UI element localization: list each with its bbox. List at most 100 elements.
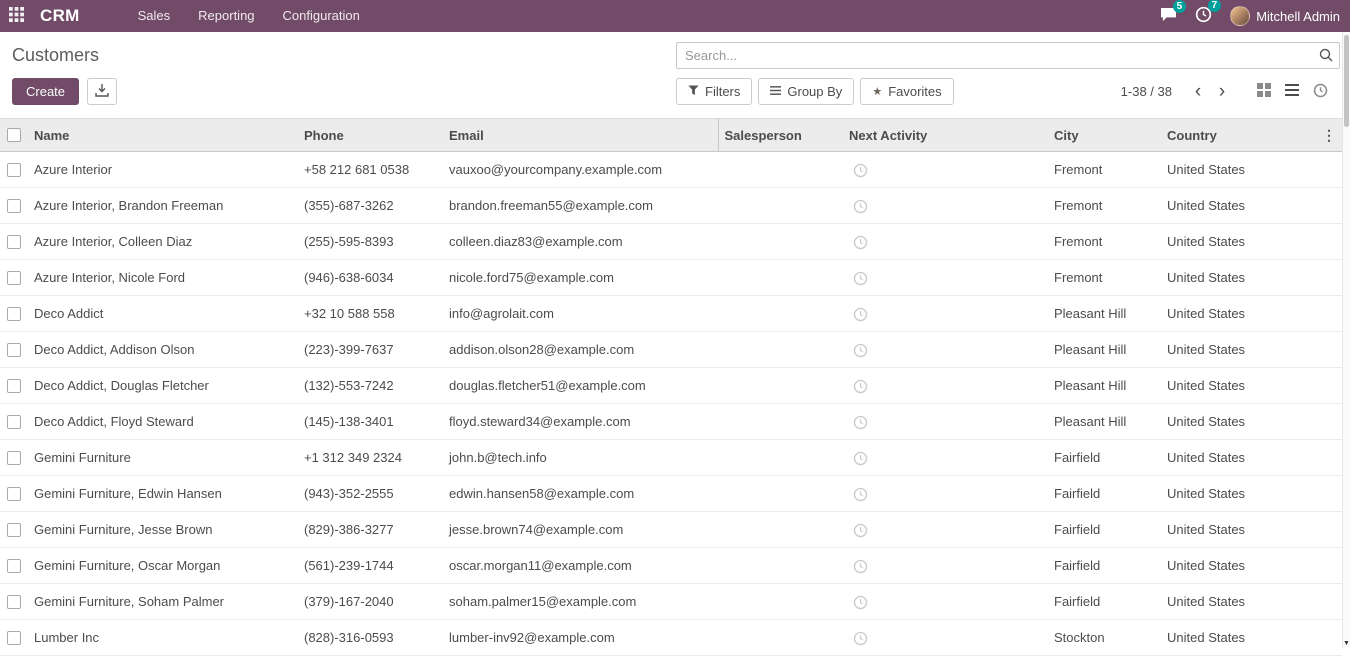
cell-name[interactable]: Lumber Inc [28,620,298,656]
cell-phone[interactable]: (829)-386-3277 [298,512,443,548]
cell-country[interactable]: United States [1161,512,1316,548]
table-row[interactable]: Deco Addict, Addison Olson (223)-399-763… [0,332,1342,368]
cell-name[interactable]: Gemini Furniture, Soham Palmer [28,584,298,620]
cell-next-activity[interactable] [843,296,1048,332]
search-input[interactable] [676,42,1340,69]
table-row[interactable]: Deco Addict +32 10 588 558 info@agrolait… [0,296,1342,332]
row-checkbox[interactable] [7,631,21,645]
cell-salesperson[interactable] [718,332,843,368]
cell-city[interactable]: Fairfield [1048,476,1161,512]
cell-salesperson[interactable] [718,584,843,620]
table-row[interactable]: Gemini Furniture +1 312 349 2324 john.b@… [0,440,1342,476]
cell-next-activity[interactable] [843,512,1048,548]
table-row[interactable]: Gemini Furniture, Jesse Brown (829)-386-… [0,512,1342,548]
cell-phone[interactable]: (145)-138-3401 [298,404,443,440]
cell-next-activity[interactable] [843,368,1048,404]
table-row[interactable]: Gemini Furniture, Oscar Morgan (561)-239… [0,548,1342,584]
cell-name[interactable]: Deco Addict, Addison Olson [28,332,298,368]
cell-next-activity[interactable] [843,548,1048,584]
cell-salesperson[interactable] [718,620,843,656]
cell-phone[interactable]: (132)-553-7242 [298,368,443,404]
cell-salesperson[interactable] [718,188,843,224]
row-checkbox[interactable] [7,343,21,357]
cell-salesperson[interactable] [718,224,843,260]
menu-configuration[interactable]: Configuration [269,0,374,32]
pager-next-button[interactable]: › [1210,78,1234,105]
cell-phone[interactable]: (943)-352-2555 [298,476,443,512]
row-checkbox[interactable] [7,199,21,213]
cell-country[interactable]: United States [1161,584,1316,620]
vertical-scrollbar[interactable]: ▼ [1342,32,1350,648]
cell-next-activity[interactable] [843,620,1048,656]
cell-email[interactable]: soham.palmer15@example.com [443,584,718,620]
cell-phone[interactable]: (946)-638-6034 [298,260,443,296]
cell-city[interactable]: Fremont [1048,152,1161,188]
column-header-city[interactable]: City [1048,119,1161,152]
create-button[interactable]: Create [12,78,79,105]
cell-name[interactable]: Azure Interior [28,152,298,188]
cell-city[interactable]: Pleasant Hill [1048,404,1161,440]
cell-next-activity[interactable] [843,260,1048,296]
cell-salesperson[interactable] [718,404,843,440]
cell-salesperson[interactable] [718,152,843,188]
cell-city[interactable]: Pleasant Hill [1048,332,1161,368]
cell-email[interactable]: lumber-inv92@example.com [443,620,718,656]
cell-phone[interactable]: +1 312 349 2324 [298,440,443,476]
cell-next-activity[interactable] [843,224,1048,260]
row-checkbox[interactable] [7,163,21,177]
cell-next-activity[interactable] [843,152,1048,188]
cell-next-activity[interactable] [843,440,1048,476]
group-by-button[interactable]: Group By [758,78,854,105]
table-row[interactable]: Azure Interior, Nicole Ford (946)-638-60… [0,260,1342,296]
favorites-button[interactable]: ★ Favorites [860,78,953,105]
export-button[interactable] [87,78,117,105]
cell-country[interactable]: United States [1161,548,1316,584]
cell-next-activity[interactable] [843,332,1048,368]
cell-country[interactable]: United States [1161,368,1316,404]
row-checkbox[interactable] [7,307,21,321]
row-checkbox[interactable] [7,487,21,501]
cell-country[interactable]: United States [1161,332,1316,368]
cell-city[interactable]: Fairfield [1048,440,1161,476]
cell-country[interactable]: United States [1161,404,1316,440]
cell-salesperson[interactable] [718,476,843,512]
menu-sales[interactable]: Sales [124,0,185,32]
column-header-next-activity[interactable]: Next Activity [843,119,1048,152]
column-header-name[interactable]: Name [28,119,298,152]
activities-button[interactable]: 7 [1195,6,1212,26]
cell-email[interactable]: nicole.ford75@example.com [443,260,718,296]
cell-salesperson[interactable] [718,368,843,404]
cell-name[interactable]: Azure Interior, Colleen Diaz [28,224,298,260]
cell-city[interactable]: Fremont [1048,188,1161,224]
table-row[interactable]: Gemini Furniture, Soham Palmer (379)-167… [0,584,1342,620]
row-checkbox[interactable] [7,523,21,537]
cell-email[interactable]: info@agrolait.com [443,296,718,332]
row-checkbox[interactable] [7,271,21,285]
cell-email[interactable]: addison.olson28@example.com [443,332,718,368]
table-row[interactable]: Azure Interior, Colleen Diaz (255)-595-8… [0,224,1342,260]
cell-country[interactable]: United States [1161,476,1316,512]
messages-button[interactable]: 5 [1160,7,1177,25]
cell-phone[interactable]: +58 212 681 0538 [298,152,443,188]
cell-phone[interactable]: (255)-595-8393 [298,224,443,260]
cell-next-activity[interactable] [843,476,1048,512]
cell-next-activity[interactable] [843,584,1048,620]
column-header-phone[interactable]: Phone [298,119,443,152]
cell-email[interactable]: brandon.freeman55@example.com [443,188,718,224]
cell-email[interactable]: douglas.fletcher51@example.com [443,368,718,404]
cell-salesperson[interactable] [718,548,843,584]
cell-country[interactable]: United States [1161,620,1316,656]
cell-phone[interactable]: (561)-239-1744 [298,548,443,584]
app-name[interactable]: CRM [40,6,80,26]
cell-name[interactable]: Azure Interior, Brandon Freeman [28,188,298,224]
menu-reporting[interactable]: Reporting [184,0,268,32]
list-view-button[interactable] [1278,78,1306,105]
pager-previous-button[interactable]: ‹ [1186,78,1210,105]
cell-salesperson[interactable] [718,440,843,476]
cell-name[interactable]: Gemini Furniture, Jesse Brown [28,512,298,548]
cell-email[interactable]: oscar.morgan11@example.com [443,548,718,584]
table-row[interactable]: Lumber Inc (828)-316-0593 lumber-inv92@e… [0,620,1342,656]
activity-view-button[interactable] [1306,78,1334,105]
cell-phone[interactable]: (355)-687-3262 [298,188,443,224]
search-icon[interactable] [1319,48,1333,65]
